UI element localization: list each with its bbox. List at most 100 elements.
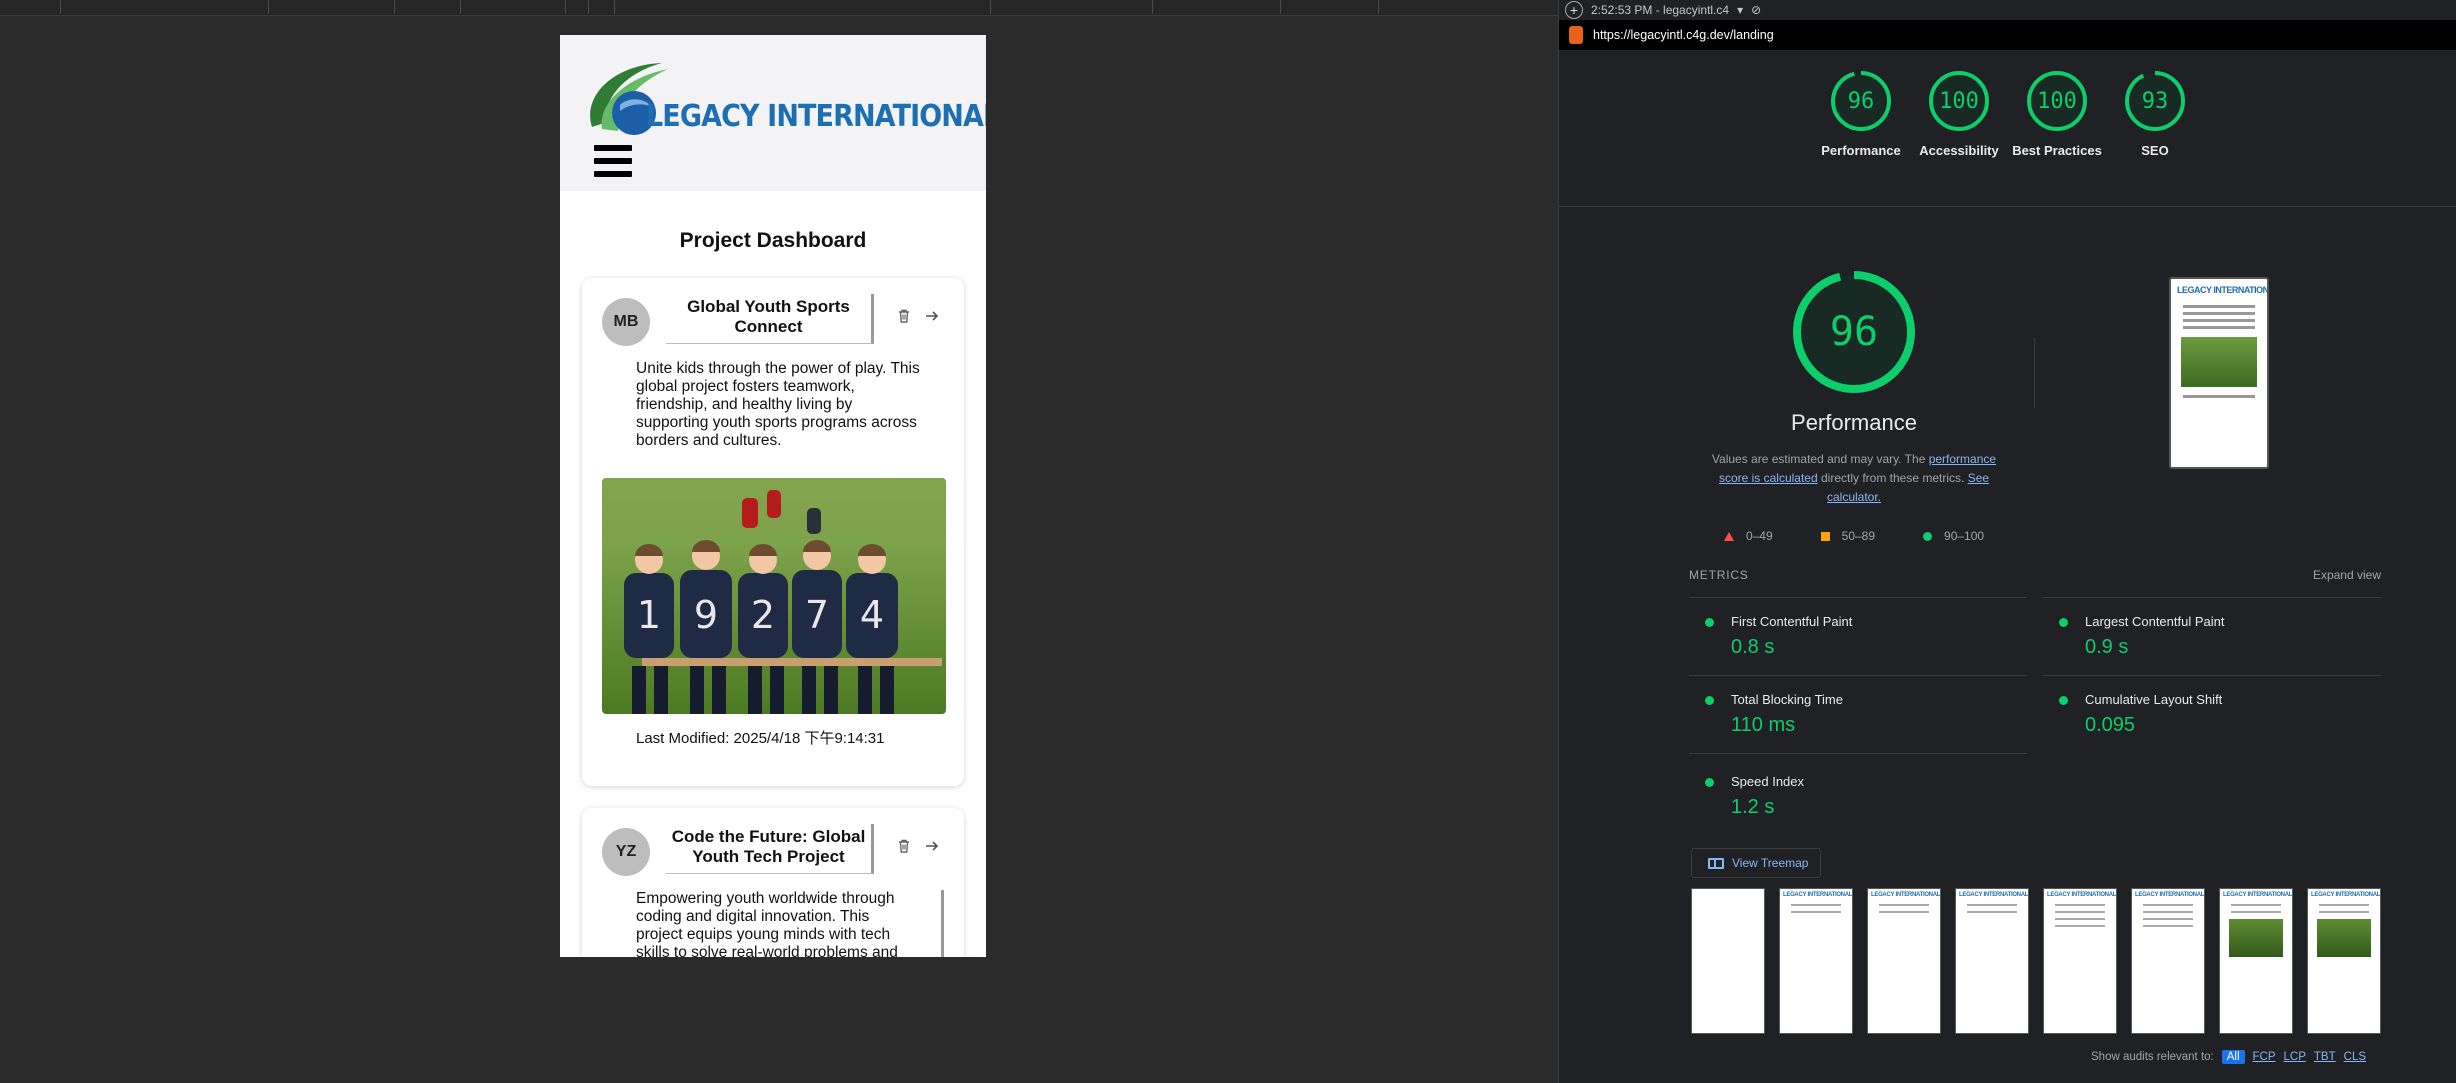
thumbnail-line (2183, 319, 2255, 322)
filmstrip-frame: LEGACY INTERNATIONAL (2131, 888, 2205, 1034)
score-ring: 96 (1830, 70, 1892, 132)
devtools-ruler (0, 0, 1558, 16)
triangle-icon (1723, 531, 1734, 541)
report-selector[interactable]: 2:52:53 PM - legacyintl.c4 (1591, 3, 1729, 17)
metric-name: Largest Contentful Paint (2085, 614, 2225, 629)
filmstrip: LEGACY INTERNATIONAL LEGACY INTERNATIONA… (1691, 888, 2381, 1034)
frame-line (1791, 904, 1841, 906)
metric-cls: Cumulative Layout Shift 0.095 (2043, 675, 2381, 753)
metric-value: 0.095 (2085, 714, 2136, 736)
pass-dot-icon (1705, 778, 1714, 787)
score-ring: 100 (1928, 70, 1990, 132)
hamburger-bar (594, 145, 632, 151)
ruler-tick (588, 0, 589, 14)
ruler-tick (60, 0, 61, 14)
chevron-down-icon[interactable]: ▾ (1737, 3, 1743, 17)
expand-view-toggle[interactable]: Expand view (2313, 568, 2381, 582)
report-toolbar: + 2:52:53 PM - legacyintl.c4 ▾ ⊘ (1559, 0, 2456, 20)
gauge-seo[interactable]: 93 SEO (2124, 70, 2186, 160)
lighthouse-panel: + 2:52:53 PM - legacyintl.c4 ▾ ⊘ https:/… (1558, 0, 2456, 1083)
filter-cls[interactable]: CLS (2344, 1051, 2366, 1063)
hamburger-bar (594, 171, 632, 177)
card-title[interactable]: Code the Future: Global Youth Tech Proje… (666, 824, 874, 874)
filter-fcp[interactable]: FCP (2253, 1051, 2276, 1063)
metric-name: Cumulative Layout Shift (2085, 692, 2223, 707)
filter-all[interactable]: All (2221, 1050, 2245, 1064)
metrics-heading: METRICS (1689, 568, 1749, 582)
arrow-right-icon[interactable] (924, 838, 940, 854)
frame-line (2143, 918, 2193, 920)
metric-tbt: Total Blocking Time 110 ms (1689, 675, 2027, 753)
final-screenshot-thumbnail[interactable]: LEGACY INTERNATIONAL (2169, 277, 2269, 469)
filmstrip-frame: LEGACY INTERNATIONAL (1779, 888, 1853, 1034)
gauge-best-practices[interactable]: 100 Best Practices (2012, 70, 2102, 160)
card-description: Unite kids through the power of play. Th… (636, 360, 920, 449)
pass-dot-icon (1705, 696, 1714, 705)
pass-dot-icon (1705, 618, 1714, 627)
frame-image (2229, 919, 2283, 957)
metric-fcp: First Contentful Paint 0.8 s (1689, 597, 2027, 675)
report-url: https://legacyintl.c4g.dev/landing (1593, 28, 1774, 42)
gauge-performance[interactable]: 96 Performance (1821, 70, 1901, 160)
filter-lcp[interactable]: LCP (2284, 1051, 2306, 1063)
card-header: YZ Code the Future: Global Youth Tech Pr… (602, 824, 944, 876)
arrow-right-icon[interactable] (924, 308, 940, 324)
summary-separator (2034, 338, 2035, 408)
metric-value: 1.2 s (1731, 796, 1775, 818)
clear-reports-icon[interactable]: ⊘ (1751, 3, 1761, 17)
gauge-label: Performance (1821, 143, 1901, 158)
metric-value: 0.9 s (2085, 636, 2129, 658)
filmstrip-frame: LEGACY INTERNATIONAL (1867, 888, 1941, 1034)
ruler-tick (1378, 0, 1379, 14)
hamburger-menu-icon[interactable] (594, 145, 632, 177)
frame-logo: LEGACY INTERNATIONAL (2135, 892, 2205, 898)
card-actions (896, 838, 940, 854)
site-header: LEGACY INTERNATIONAL (560, 35, 986, 191)
jersey-number: 9 (694, 593, 718, 637)
project-card[interactable]: MB Global Youth Sports Connect Unite kid… (582, 278, 964, 786)
frame-line (2143, 911, 2193, 913)
frame-line (1879, 911, 1929, 913)
legend-label: 50–89 (1841, 529, 1876, 543)
project-card[interactable]: YZ Code the Future: Global Youth Tech Pr… (582, 808, 964, 957)
jersey-number: 7 (805, 593, 829, 637)
frame-line (2055, 918, 2105, 920)
frame-line (2055, 911, 2105, 913)
gauge-label: Best Practices (2012, 143, 2102, 158)
frame-logo: LEGACY INTERNATIONAL (2311, 892, 2381, 898)
trash-icon[interactable] (896, 308, 912, 324)
metric-name: Total Blocking Time (1731, 692, 1843, 707)
metrics-header: METRICS Expand view (1689, 568, 2381, 582)
filter-tbt[interactable]: TBT (2314, 1051, 2336, 1063)
score-value: 96 (1847, 88, 1875, 114)
frame-line (1967, 904, 2017, 906)
youth-sports-photo: 1 9 2 7 4 (602, 478, 946, 714)
jersey-number: 4 (860, 593, 884, 637)
view-treemap-button[interactable]: View Treemap (1691, 848, 1821, 878)
card-title[interactable]: Global Youth Sports Connect (666, 294, 874, 344)
frame-line (1967, 911, 2017, 913)
frame-line (2055, 925, 2105, 927)
circle-icon (1923, 531, 1933, 541)
filmstrip-frame: LEGACY INTERNATIONAL (1955, 888, 2029, 1034)
gauge-accessibility[interactable]: 100 Accessibility (1919, 70, 1999, 160)
new-report-icon[interactable]: + (1565, 1, 1583, 19)
performance-note: Values are estimated and may vary. The p… (1679, 450, 2029, 507)
score-gauges: 96 Performance 100 Accessibility 100 Bes… (1559, 70, 2456, 160)
frame-line (1791, 911, 1841, 913)
frame-line (2319, 904, 2369, 906)
metrics-grid: First Contentful Paint 0.8 s Largest Con… (1689, 597, 2381, 833)
legend-pass: 90–100 (1923, 529, 1984, 543)
frame-line (2231, 911, 2281, 913)
audits-filter: Show audits relevant to: All FCP LCP TBT… (2091, 1050, 2366, 1064)
score-ring: 100 (2026, 70, 2088, 132)
metric-name: Speed Index (1731, 774, 1805, 789)
thumbnail-image (2181, 337, 2257, 387)
site-logo[interactable]: LEGACY INTERNATIONAL (582, 55, 986, 143)
frame-line (2143, 925, 2193, 927)
trash-icon[interactable] (896, 838, 912, 854)
thumbnail-line (2183, 305, 2255, 308)
ruler-tick (268, 0, 269, 14)
ruler-tick (614, 0, 615, 14)
card-actions (896, 308, 940, 324)
